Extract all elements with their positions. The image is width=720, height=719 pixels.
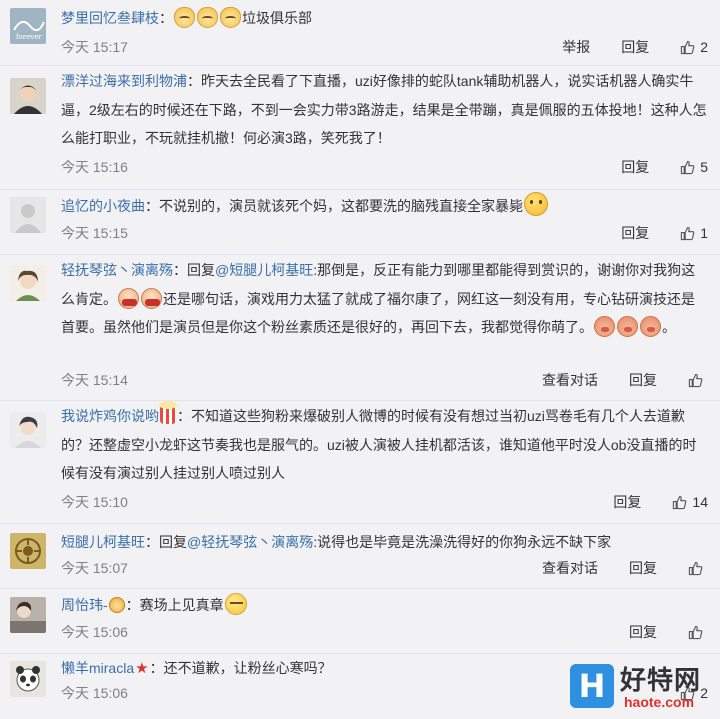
- bear-emoji-icon: [108, 597, 125, 613]
- smile-emoji-icon: [524, 192, 548, 216]
- comment-text-segment: ：不说别的，演员就该死个妈，这都要洗的脑残直接全家暴毙: [145, 198, 523, 214]
- comment-username[interactable]: 轻抚琴弦丶演离殇: [61, 262, 173, 278]
- mask-emoji-icon: [141, 287, 162, 309]
- cat-emoji-icon: [174, 7, 195, 28]
- watermark-logo-icon: H: [570, 664, 614, 708]
- comment-list: forever 梦里回忆叁肆枝： 垃圾俱乐部 今天 15:17 举报 回复 2 漂…: [0, 0, 720, 719]
- thumbs-up-icon: [688, 373, 703, 387]
- mention-link[interactable]: @短腿儿柯基旺: [215, 262, 313, 278]
- watermark-url: haote.com: [624, 694, 695, 710]
- thumbs-up-icon: [688, 561, 703, 575]
- comment-username[interactable]: 漂洋过海来到利物浦: [61, 73, 187, 89]
- comment-text-segment: ：还不道歉，让粉丝心寒吗？: [149, 660, 332, 676]
- thumbs-up-icon: [673, 495, 687, 509]
- like-count: 2: [700, 39, 708, 55]
- thumbs-up-icon: [688, 625, 703, 639]
- svg-text:forever: forever: [16, 33, 42, 41]
- comment-text-segment: :说得也是毕竟是洗澡洗得好的你狗永远不缺下家: [313, 534, 612, 550]
- reply-button[interactable]: 回复: [621, 36, 649, 58]
- avatar[interactable]: forever: [10, 8, 46, 44]
- comment-time: 今天 15:14: [61, 372, 128, 388]
- comment-time: 今天 15:17: [61, 39, 128, 55]
- watermark-site-name: 好特网: [620, 665, 702, 695]
- comment-text: 追忆的小夜曲：不说别的，演员就该死个妈，这都要洗的脑残直接全家暴毙: [61, 192, 708, 221]
- avatar[interactable]: [10, 597, 46, 633]
- comment-username[interactable]: 周怡玮-: [61, 597, 108, 613]
- thumbs-up-icon: [681, 226, 695, 240]
- thumbs-up-icon: [681, 160, 695, 174]
- comment-time: 今天 15:07: [61, 560, 128, 576]
- like-button[interactable]: 2: [680, 36, 708, 58]
- view-conversation-button[interactable]: 查看对话: [542, 369, 598, 391]
- comment-username[interactable]: 懒羊miracla: [61, 660, 134, 676]
- reply-button[interactable]: 回复: [613, 491, 641, 513]
- comment-text-segment: ：回复: [145, 534, 187, 550]
- comment-item: 周怡玮- ：赛场上见真章 今天 15:06 回复: [0, 589, 720, 654]
- star-icon: ★: [135, 660, 149, 677]
- pig-emoji-icon: [594, 316, 615, 337]
- comment-text: 周怡玮- ：赛场上见真章: [61, 591, 708, 620]
- comment-username[interactable]: 梦里回忆叁肆枝: [61, 10, 159, 26]
- view-conversation-button[interactable]: 查看对话: [542, 557, 598, 579]
- comment-text: 短腿儿柯基旺：回复@轻抚琴弦丶演离殇:说得也是毕竟是洗澡洗得好的你狗永远不缺下家: [61, 528, 708, 557]
- smug-emoji-icon: [224, 593, 247, 615]
- comment-text-segment: ：: [159, 10, 173, 26]
- like-button[interactable]: 5: [680, 156, 708, 178]
- comment-username[interactable]: 我说炸鸡你说哟: [61, 408, 159, 424]
- reply-button[interactable]: 回复: [621, 156, 649, 178]
- thumbs-up-icon: [681, 40, 695, 54]
- comment-text-segment: 。: [662, 319, 676, 335]
- comment-text: 轻抚琴弦丶演离殇：回复@短腿儿柯基旺:那倒是，反正有能力到哪里都能得到赏识的，谢…: [61, 256, 708, 342]
- mention-link[interactable]: @轻抚琴弦丶演离殇: [187, 534, 313, 550]
- cat-emoji-icon: [197, 7, 218, 28]
- comment-time: 今天 15:06: [61, 624, 128, 640]
- avatar[interactable]: [10, 533, 46, 569]
- like-button[interactable]: [688, 373, 708, 388]
- report-button[interactable]: 举报: [562, 36, 590, 58]
- avatar[interactable]: [10, 412, 46, 448]
- like-count: 1: [700, 225, 708, 241]
- comment-time: 今天 15:15: [61, 225, 128, 241]
- reply-button[interactable]: 回复: [621, 222, 649, 244]
- comment-time: 今天 15:16: [61, 159, 128, 175]
- avatar[interactable]: [10, 197, 46, 233]
- reply-button[interactable]: 回复: [629, 369, 657, 391]
- comment-time: 今天 15:06: [61, 685, 128, 701]
- like-button[interactable]: 1: [680, 222, 708, 244]
- comment-item: 追忆的小夜曲：不说别的，演员就该死个妈，这都要洗的脑残直接全家暴毙 今天 15:…: [0, 190, 720, 255]
- comment-time: 今天 15:10: [61, 494, 128, 510]
- like-button[interactable]: [688, 561, 708, 576]
- comment-item: 短腿儿柯基旺：回复@轻抚琴弦丶演离殇:说得也是毕竟是洗澡洗得好的你狗永远不缺下家…: [0, 524, 720, 589]
- reply-button[interactable]: 回复: [629, 557, 657, 579]
- avatar[interactable]: [10, 661, 46, 697]
- reply-button[interactable]: 回复: [629, 621, 657, 643]
- site-watermark: H 好特网 haote.com: [566, 660, 720, 719]
- comment-item: 轻抚琴弦丶演离殇：回复@短腿儿柯基旺:那倒是，反正有能力到哪里都能得到赏识的，谢…: [0, 255, 720, 401]
- like-count: 5: [700, 159, 708, 175]
- mask-emoji-icon: [118, 287, 139, 309]
- like-button[interactable]: 14: [672, 491, 708, 513]
- comment-item: 漂洋过海来到利物浦：昨天去全民看了下直播，uzi好像排的蛇队tank辅助机器人，…: [0, 66, 720, 190]
- pig-emoji-icon: [640, 316, 661, 337]
- comment-username[interactable]: 追忆的小夜曲: [61, 198, 145, 214]
- comment-username[interactable]: 短腿儿柯基旺: [61, 534, 145, 550]
- comment-text-segment: ：回复: [173, 262, 215, 278]
- popcorn-emoji-icon: [159, 401, 177, 424]
- pig-emoji-icon: [617, 316, 638, 337]
- comment-text-segment: ：赛场上见真章: [125, 597, 224, 613]
- avatar[interactable]: [10, 78, 46, 114]
- comment-item: 我说炸鸡你说哟 ：不知道这些狗粉来爆破别人微博的时候有没有想过当初uzi骂卷毛有几…: [0, 401, 720, 524]
- comment-text-segment: 垃圾俱乐部: [242, 10, 312, 26]
- comment-item: forever 梦里回忆叁肆枝： 垃圾俱乐部 今天 15:17 举报 回复 2: [0, 0, 720, 66]
- comment-text: 梦里回忆叁肆枝： 垃圾俱乐部: [61, 4, 708, 33]
- avatar[interactable]: [10, 265, 46, 301]
- cat-emoji-icon: [220, 7, 241, 28]
- like-button[interactable]: [688, 625, 708, 640]
- comment-text: 我说炸鸡你说哟 ：不知道这些狗粉来爆破别人微博的时候有没有想过当初uzi骂卷毛有几…: [61, 401, 708, 488]
- comment-text: 漂洋过海来到利物浦：昨天去全民看了下直播，uzi好像排的蛇队tank辅助机器人，…: [61, 67, 708, 153]
- like-count: 14: [692, 494, 708, 510]
